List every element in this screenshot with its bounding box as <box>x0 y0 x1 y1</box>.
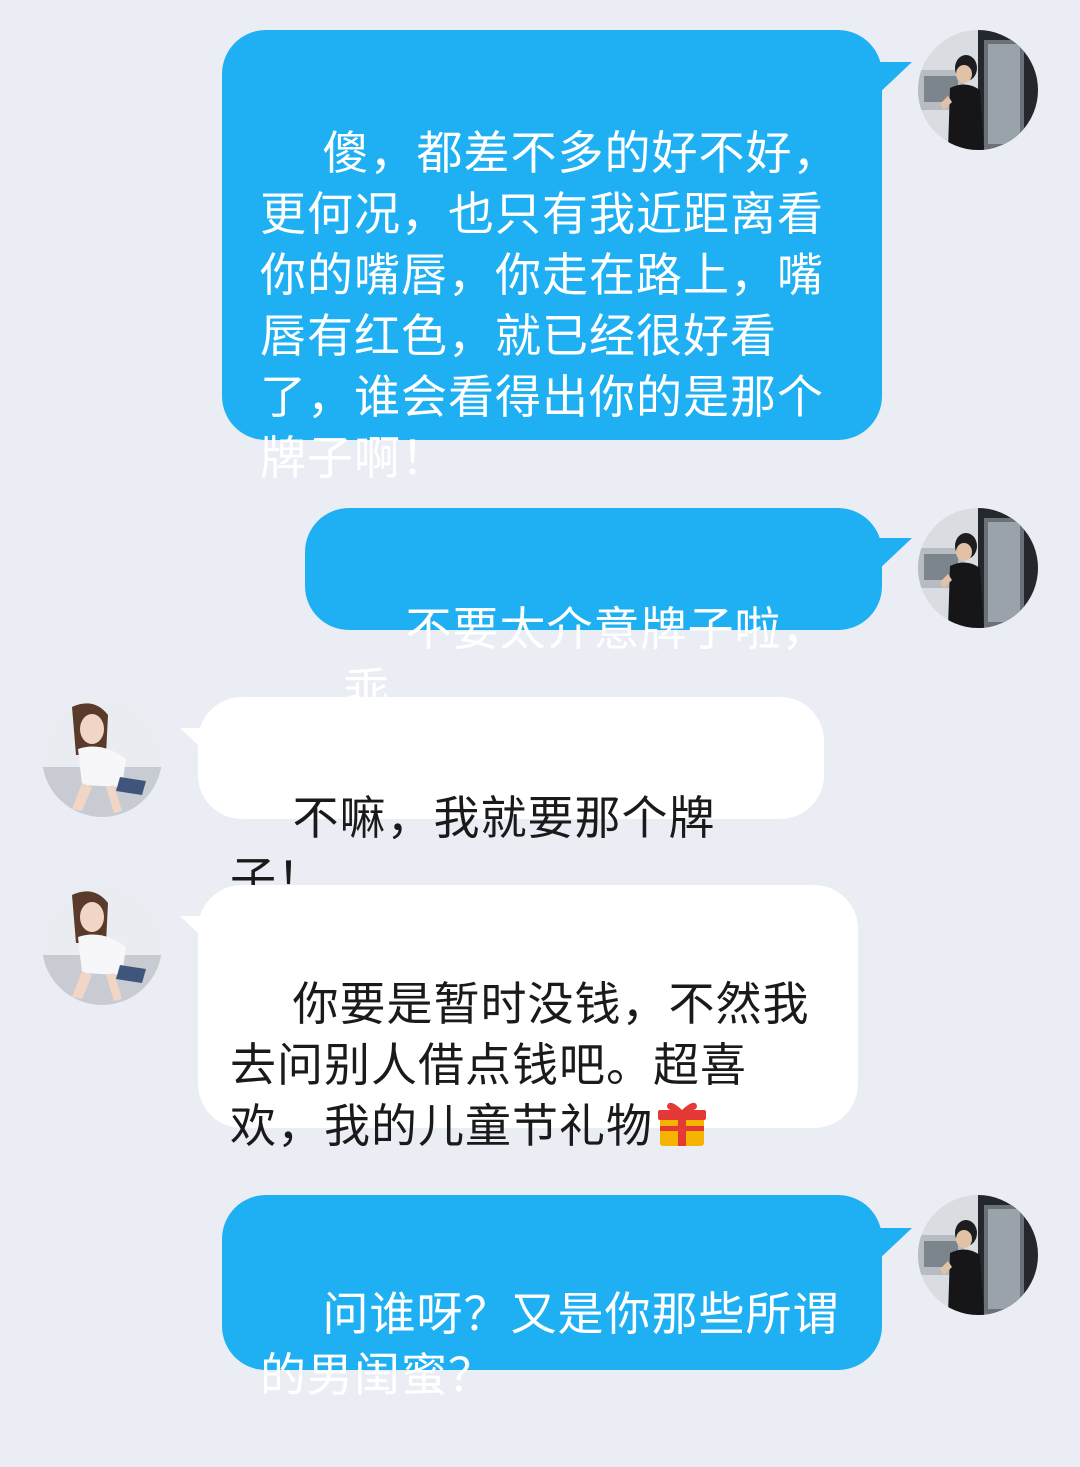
message-bubble-received[interactable]: 不嘛，我就要那个牌子！ <box>198 697 824 906</box>
bubble-tail <box>876 1228 912 1262</box>
boy-photo <box>918 1195 1038 1315</box>
boy-photo <box>918 30 1038 150</box>
avatar-girl[interactable] <box>42 885 162 1005</box>
girl-photo <box>42 885 162 1005</box>
bubble-tail <box>876 538 912 572</box>
message-text: 你要是暂时没钱，不然我去问别人借点钱吧。超喜欢，我的儿童节礼物 <box>230 977 810 1153</box>
message-text: 傻，都差不多的好不好，更何况，也只有我近距离看你的嘴唇，你走在路上，嘴唇有红色，… <box>260 126 840 485</box>
message-text: 问谁呀？又是你那些所谓的男闺蜜？ <box>260 1287 840 1402</box>
avatar-boy[interactable] <box>918 508 1038 628</box>
gift-icon <box>658 1102 706 1146</box>
boy-photo <box>918 508 1038 628</box>
avatar-boy[interactable] <box>918 1195 1038 1315</box>
bubble-tail <box>876 62 912 96</box>
avatar-girl[interactable] <box>42 697 162 817</box>
girl-photo <box>42 697 162 817</box>
message-bubble-sent[interactable]: 傻，都差不多的好不好，更何况，也只有我近距离看你的嘴唇，你走在路上，嘴唇有红色，… <box>222 30 882 485</box>
message-bubble-sent[interactable]: 不要太介意牌子啦，乖 <box>305 508 882 717</box>
avatar-boy[interactable] <box>918 30 1038 150</box>
message-bubble-received[interactable]: 你要是暂时没钱，不然我去问别人借点钱吧。超喜欢，我的儿童节礼物 <box>198 885 858 1153</box>
message-bubble-sent[interactable]: 问谁呀？又是你那些所谓的男闺蜜？ <box>222 1195 882 1402</box>
